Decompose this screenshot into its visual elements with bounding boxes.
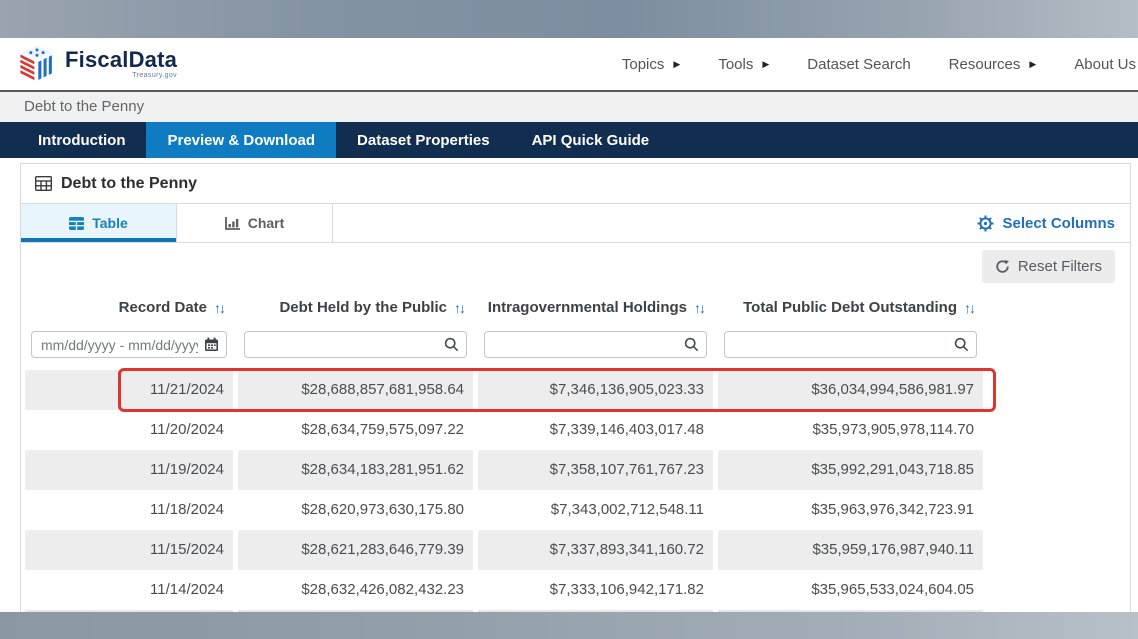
- nav-item-about-us[interactable]: About Us: [1055, 56, 1137, 73]
- debt-held-cell: $28,621,283,646,779.39: [238, 530, 473, 570]
- reset-filters-button[interactable]: Reset Filters: [982, 250, 1115, 283]
- debt-held-cell: $28,688,857,681,958.64: [238, 370, 473, 410]
- page-tab-bar: Introduction Preview & Download Dataset …: [0, 122, 1138, 158]
- sort-icon[interactable]: ↑↓: [964, 300, 974, 316]
- debt-held-cell: $28,634,183,281,951.62: [238, 450, 473, 490]
- card-title-row: Debt to the Penny: [21, 164, 1130, 204]
- debt-held-cell: $28,620,973,630,175.80: [238, 490, 473, 530]
- intragovernmental-cell: $7,337,893,341,160.72: [478, 530, 713, 570]
- breadcrumb: Debt to the Penny: [0, 92, 1138, 121]
- select-columns-button[interactable]: Select Columns: [977, 204, 1115, 242]
- tab-introduction[interactable]: Introduction: [17, 122, 146, 158]
- record-date-cell: 11/15/2024: [25, 530, 233, 570]
- nav-item-resources[interactable]: Resources ▶: [930, 56, 1056, 73]
- refresh-icon: [995, 259, 1010, 274]
- record-date-range-input[interactable]: [31, 331, 227, 358]
- main-nav: Topics ▶ Tools ▶ Dataset Search Resource…: [603, 38, 1137, 90]
- table-header-row: Record Date ↑↓ Debt Held by the Public ↑…: [21, 289, 1130, 326]
- debt-held-cell: $28,632,426,082,432.23: [238, 570, 473, 610]
- intragovernmental-cell: $7,333,106,942,171.82: [478, 570, 713, 610]
- total-debt-cell: $35,992,291,043,718.85: [718, 450, 983, 490]
- column-header-intragovernmental-holdings[interactable]: Intragovernmental Holdings ↑↓: [478, 299, 713, 316]
- table-row: 11/18/2024 $28,620,973,630,175.80 $7,343…: [25, 490, 1130, 530]
- nav-item-dataset-search[interactable]: Dataset Search: [788, 56, 929, 73]
- calendar-icon[interactable]: [204, 337, 219, 352]
- table-row: 11/15/2024 $28,621,283,646,779.39 $7,337…: [25, 530, 1130, 570]
- dataset-card: Debt to the Penny Table: [20, 163, 1131, 612]
- total-debt-cell: $35,963,976,342,723.91: [718, 490, 983, 530]
- table-rows: 11/21/2024 $28,688,857,681,958.64 $7,346…: [21, 370, 1130, 610]
- reset-filters-row: Reset Filters: [21, 243, 1130, 289]
- search-icon: [444, 337, 459, 352]
- select-columns-gear-icon: [977, 215, 994, 232]
- column-header-total-public-debt[interactable]: Total Public Debt Outstanding ↑↓: [718, 299, 983, 316]
- caret-right-icon: ▶: [762, 60, 769, 69]
- total-debt-cell: $36,034,994,586,981.97: [718, 370, 983, 410]
- view-tab-chart[interactable]: Chart: [177, 204, 333, 242]
- card-title: Debt to the Penny: [61, 175, 197, 193]
- table-row: 11/14/2024 $28,632,426,082,432.23 $7,333…: [25, 570, 1130, 610]
- tab-api-quick-guide[interactable]: API Quick Guide: [511, 122, 671, 158]
- tab-dataset-properties[interactable]: Dataset Properties: [336, 122, 511, 158]
- caret-right-icon: ▶: [673, 60, 680, 69]
- search-icon: [954, 337, 969, 352]
- intragovernmental-cell: $7,339,146,403,017.48: [478, 410, 713, 450]
- nav-item-topics[interactable]: Topics ▶: [603, 56, 699, 73]
- record-date-cell: 11/21/2024: [25, 370, 233, 410]
- record-date-cell: 11/14/2024: [25, 570, 233, 610]
- sort-icon[interactable]: ↑↓: [214, 300, 224, 316]
- debt-held-filter-input[interactable]: [244, 331, 467, 358]
- debt-held-cell: $28,634,759,575,097.22: [238, 410, 473, 450]
- intragovernmental-cell: $7,343,002,712,548.11: [478, 490, 713, 530]
- chart-view-icon: [225, 217, 240, 230]
- record-date-cell: 11/20/2024: [25, 410, 233, 450]
- breadcrumb-bar: Debt to the Penny: [0, 90, 1138, 122]
- intragovernmental-filter-input[interactable]: [484, 331, 707, 358]
- table-row-highlighted: 11/21/2024 $28,688,857,681,958.64 $7,346…: [25, 370, 1130, 410]
- sort-icon[interactable]: ↑↓: [454, 300, 464, 316]
- tab-preview-download[interactable]: Preview & Download: [146, 122, 336, 158]
- record-date-cell: 11/18/2024: [25, 490, 233, 530]
- fiscaldata-logo[interactable]: FiscalData Treasury.gov: [16, 43, 177, 85]
- search-icon: [684, 337, 699, 352]
- total-debt-cell: $35,959,176,987,940.11: [718, 530, 983, 570]
- view-tabs-row: Table Chart: [21, 204, 1130, 243]
- table-filter-row: [21, 326, 1130, 363]
- intragovernmental-cell: $7,346,136,905,023.33: [478, 370, 713, 410]
- total-debt-cell: $35,965,533,024,604.05: [718, 570, 983, 610]
- letterbox-top: [0, 0, 1138, 38]
- sort-icon[interactable]: ↑↓: [694, 300, 704, 316]
- site-header: FiscalData Treasury.gov Topics ▶ Tools ▶…: [0, 38, 1138, 90]
- table-row: 11/19/2024 $28,634,183,281,951.62 $7,358…: [25, 450, 1130, 490]
- fiscaldata-logo-icon: [16, 43, 58, 85]
- intragovernmental-cell: $7,358,107,761,767.23: [478, 450, 713, 490]
- nav-item-tools[interactable]: Tools ▶: [699, 56, 788, 73]
- column-header-debt-held-by-public[interactable]: Debt Held by the Public ↑↓: [238, 299, 473, 316]
- view-tab-table[interactable]: Table: [21, 204, 177, 242]
- caret-right-icon: ▶: [1029, 60, 1036, 69]
- table-row: 11/20/2024 $28,634,759,575,097.22 $7,339…: [25, 410, 1130, 450]
- record-date-cell: 11/19/2024: [25, 450, 233, 490]
- total-debt-filter-input[interactable]: [724, 331, 977, 358]
- column-header-record-date[interactable]: Record Date ↑↓: [25, 299, 233, 316]
- logo-subtitle: Treasury.gov: [65, 72, 177, 79]
- table-view-icon: [69, 217, 84, 230]
- total-debt-cell: $35,973,905,978,114.70: [718, 410, 983, 450]
- table-grid-icon: [35, 176, 52, 191]
- letterbox-bottom: [0, 612, 1138, 639]
- logo-title: FiscalData: [65, 49, 177, 71]
